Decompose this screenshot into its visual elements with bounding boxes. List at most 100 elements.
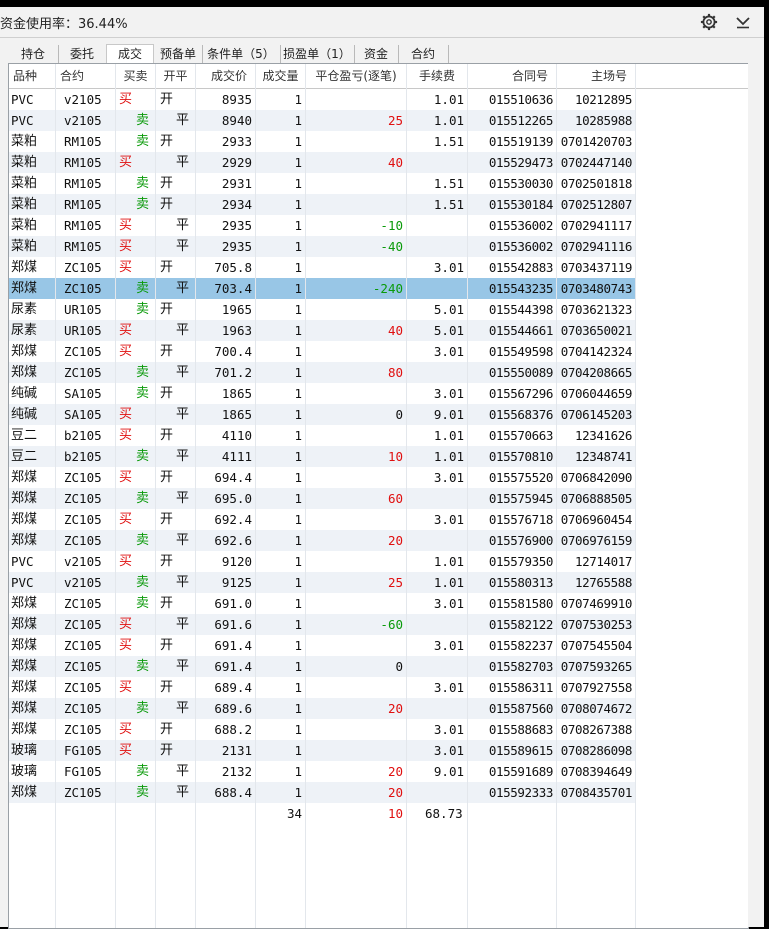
row-product: 尿素	[9, 299, 56, 320]
vertical-scrollbar[interactable]	[748, 63, 764, 927]
row-price: 688.2	[196, 719, 256, 740]
table-row[interactable]: 纯碱 SA105 卖开 1865 1 3.01 015567296 0706044659	[9, 383, 636, 404]
row-product: 郑煤	[9, 614, 56, 635]
table-row[interactable]: 郑煤 ZC105 卖平 701.2 1 80 015550089 0704208665	[9, 362, 636, 383]
table-row[interactable]: 菜粕 RM105 买平 2935 1 -40 015536002 0702941116	[9, 236, 636, 257]
row-price: 700.4	[196, 341, 256, 362]
grid-line	[305, 64, 306, 928]
row-contract: ZC105	[56, 257, 116, 278]
row-pnl: 10	[306, 446, 407, 467]
table-row[interactable]: PVC v2105 买开 8935 1 1.01 015510636 10212895	[9, 89, 636, 110]
table-row[interactable]: 菜粕 RM105 买平 2935 1 -10 015536002 0702941117	[9, 215, 636, 236]
trades-table: 品种 合约 买卖 开平 成交价 成交量 平仓盈亏(逐笔) 手续费 合同号 主场号 PVC v2105…	[8, 63, 749, 929]
row-product: 郑煤	[9, 656, 56, 677]
row-price: 2935	[196, 236, 256, 257]
tab-2[interactable]: 成交	[106, 44, 154, 64]
row-contract: b2105	[56, 446, 116, 467]
tab-4[interactable]: 条件单（5）	[202, 45, 281, 63]
table-row[interactable]: 郑煤 ZC105 买开 692.4 1 3.01 015576718 0706960454	[9, 509, 636, 530]
row-contract: v2105	[56, 551, 116, 572]
table-header: 品种 合约 买卖 开平 成交价 成交量 平仓盈亏(逐笔) 手续费 合同号 主场号	[9, 64, 748, 89]
row-match-no: 0701420703	[557, 131, 636, 152]
table-row[interactable]: 郑煤 ZC105 买开 688.2 1 3.01 015588683 0708267388	[9, 719, 636, 740]
table-row[interactable]: 郑煤 ZC105 卖开 691.0 1 3.01 015581580 0707469910	[9, 593, 636, 614]
row-product: 郑煤	[9, 635, 56, 656]
table-row[interactable]: PVC v2105 卖平 9125 1 25 1.01 015580313 12765588	[9, 572, 636, 593]
tab-1[interactable]: 委托	[58, 45, 107, 63]
row-side: 卖	[116, 761, 156, 782]
row-order-no: 015592333	[468, 782, 557, 803]
table-row[interactable]: 郑煤 ZC105 买开 691.4 1 3.01 015582237 0707545504	[9, 635, 636, 656]
col-contract-header[interactable]: 合约	[56, 64, 116, 88]
row-contract: UR105	[56, 299, 116, 320]
tab-3[interactable]: 预备单	[154, 45, 203, 63]
tab-0[interactable]: 持仓	[8, 45, 59, 63]
table-row[interactable]: 尿素 UR105 买平 1963 1 40 5.01 015544661 0703650021	[9, 320, 636, 341]
table-row[interactable]: 郑煤 ZC105 卖平 691.4 1 0 015582703 0707593265	[9, 656, 636, 677]
col-open-close-header[interactable]: 开平	[156, 64, 196, 88]
col-order-no-header[interactable]: 合同号	[468, 64, 557, 88]
row-contract: ZC105	[56, 719, 116, 740]
table-row[interactable]: 郑煤 ZC105 买开 689.4 1 3.01 015586311 0707927558	[9, 677, 636, 698]
tab-7[interactable]: 合约	[398, 45, 449, 63]
row-product: 郑煤	[9, 677, 56, 698]
table-row[interactable]: 菜粕 RM105 卖开 2934 1 1.51 015530184 0702512807	[9, 194, 636, 215]
table-row[interactable]: 玻璃 FG105 买开 2131 1 3.01 015589615 0708286098	[9, 740, 636, 761]
tab-6[interactable]: 资金	[354, 45, 399, 63]
table-row[interactable]: PVC v2105 卖平 8940 1 25 1.01 015512265 10285988	[9, 110, 636, 131]
col-side-header[interactable]: 买卖	[116, 64, 156, 88]
table-row[interactable]: 郑煤 ZC105 买开 705.8 1 3.01 015542883 0703437119	[9, 257, 636, 278]
row-fee: 1.01	[407, 110, 468, 131]
row-open-close: 开	[156, 593, 196, 614]
row-order-no: 015530030	[468, 173, 557, 194]
row-order-no: 015544398	[468, 299, 557, 320]
table-row[interactable]: 郑煤 ZC105 卖平 692.6 1 20 015576900 0706976159	[9, 530, 636, 551]
gear-icon[interactable]	[700, 13, 718, 31]
row-volume: 1	[256, 341, 306, 362]
table-row[interactable]: 纯碱 SA105 买平 1865 1 0 9.01 015568376 0706145203	[9, 404, 636, 425]
table-row[interactable]: 菜粕 RM105 卖开 2933 1 1.51 015519139 0701420703	[9, 131, 636, 152]
row-price: 2934	[196, 194, 256, 215]
row-open-close: 开	[156, 194, 196, 215]
table-row[interactable]: 郑煤 ZC105 卖平 703.4 1 -240 015543235 0703480743	[9, 278, 636, 299]
row-open-close: 平	[156, 278, 196, 299]
col-match-no-header[interactable]: 主场号	[557, 64, 636, 88]
row-contract: ZC105	[56, 593, 116, 614]
chevron-down-icon[interactable]	[735, 15, 751, 29]
row-contract: ZC105	[56, 509, 116, 530]
table-row[interactable]: 郑煤 ZC105 买开 700.4 1 3.01 015549598 0704142324	[9, 341, 636, 362]
row-side: 卖	[116, 110, 156, 131]
col-product-header[interactable]: 品种	[9, 64, 56, 88]
col-price-header[interactable]: 成交价	[196, 64, 256, 88]
table-row[interactable]: 郑煤 ZC105 买开 694.4 1 3.01 015575520 0706842090	[9, 467, 636, 488]
table-row[interactable]: 豆二 b2105 卖平 4111 1 10 1.01 015570810 12348741	[9, 446, 636, 467]
table-row[interactable]: 郑煤 ZC105 卖平 689.6 1 20 015587560 0708074672	[9, 698, 636, 719]
row-side: 卖	[116, 194, 156, 215]
col-volume-header[interactable]: 成交量	[256, 64, 306, 88]
table-row[interactable]: 菜粕 RM105 买平 2929 1 40 015529473 0702447140	[9, 152, 636, 173]
table-row[interactable]: PVC v2105 买开 9120 1 1.01 015579350 12714017	[9, 551, 636, 572]
table-row[interactable]: 郑煤 ZC105 买平 691.6 1 -60 015582122 0707530253	[9, 614, 636, 635]
tab-5[interactable]: 损盈单（1）	[280, 45, 355, 63]
row-price: 8940	[196, 110, 256, 131]
row-price: 1865	[196, 404, 256, 425]
row-side: 买	[116, 740, 156, 761]
table-row[interactable]: 豆二 b2105 买开 4110 1 1.01 015570663 12341626	[9, 425, 636, 446]
row-price: 695.0	[196, 488, 256, 509]
table-row[interactable]: 玻璃 FG105 卖平 2132 1 20 9.01 015591689 0708394649	[9, 761, 636, 782]
row-fee: 3.01	[407, 593, 468, 614]
table-row[interactable]: 菜粕 RM105 卖开 2931 1 1.51 015530030 0702501818	[9, 173, 636, 194]
row-order-no: 015570810	[468, 446, 557, 467]
table-row[interactable]: 郑煤 ZC105 卖平 688.4 1 20 015592333 0708435701	[9, 782, 636, 803]
col-fee-header[interactable]: 手续费	[407, 64, 468, 88]
table-row[interactable]: 郑煤 ZC105 卖平 695.0 1 60 015575945 0706888505	[9, 488, 636, 509]
table-row[interactable]: 尿素 UR105 卖开 1965 1 5.01 015544398 0703621323	[9, 299, 636, 320]
row-contract: RM105	[56, 236, 116, 257]
row-contract: ZC105	[56, 278, 116, 299]
col-pnl-header[interactable]: 平仓盈亏(逐笔)	[306, 64, 407, 88]
row-order-no: 015549598	[468, 341, 557, 362]
row-pnl	[306, 551, 407, 572]
row-pnl	[306, 593, 407, 614]
row-contract: SA105	[56, 404, 116, 425]
row-pnl	[306, 89, 407, 110]
